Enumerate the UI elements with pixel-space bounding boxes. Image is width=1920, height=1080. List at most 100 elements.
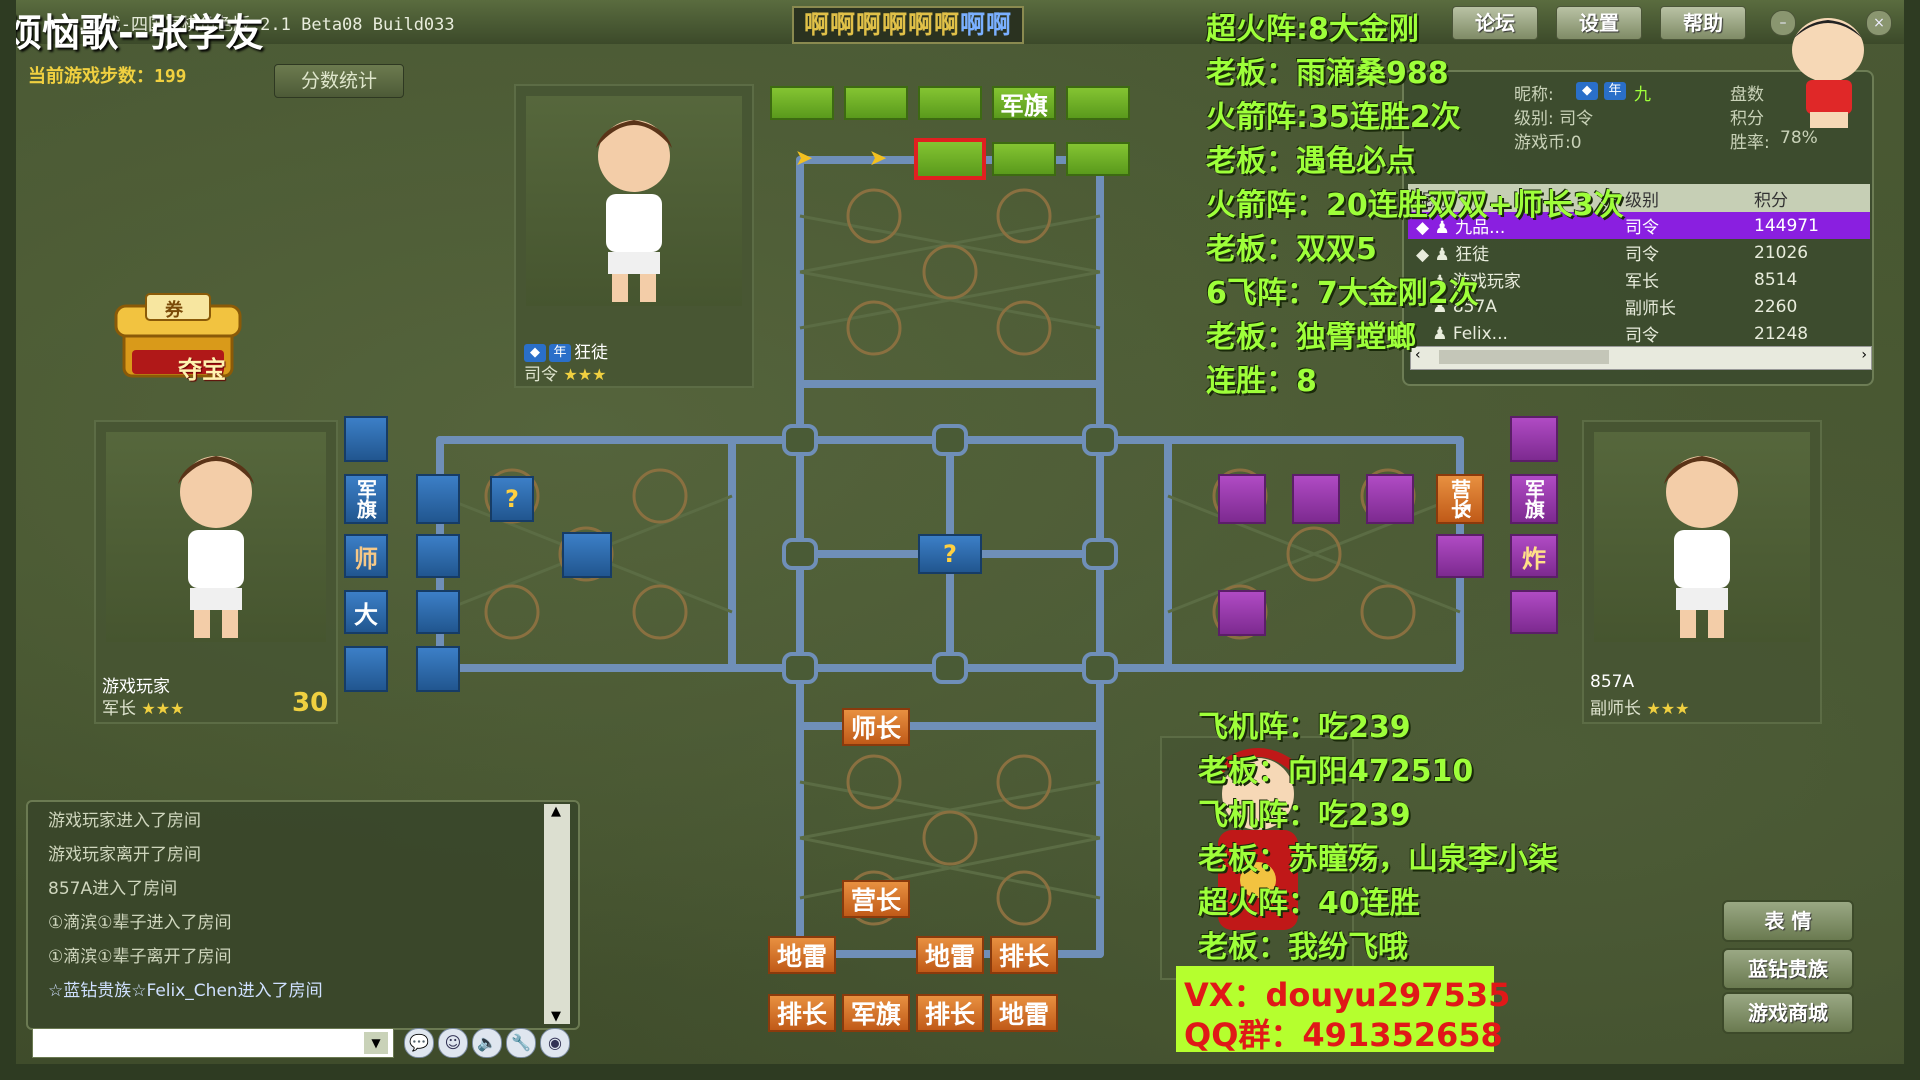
- chat-message: 游戏玩家进入了房间: [48, 811, 201, 831]
- col-rank[interactable]: 级别: [1617, 184, 1746, 212]
- blue-flag-piece[interactable]: 军旗: [344, 474, 388, 524]
- green-piece-last-move[interactable]: [914, 138, 986, 180]
- purple-piece[interactable]: [1366, 474, 1414, 524]
- green-piece[interactable]: [992, 142, 1056, 176]
- overlay-line: 超火阵：40连胜: [1198, 886, 1420, 921]
- speaker-icon[interactable]: 🔈: [472, 1028, 502, 1058]
- overlay-line: 老板：双双5: [1206, 232, 1377, 267]
- row-score: 21248: [1754, 323, 1809, 344]
- row-rank: 司令: [1625, 245, 1659, 265]
- unknown-center-piece[interactable]: ?: [918, 534, 982, 574]
- orange-platoon-piece[interactable]: 排长: [990, 936, 1058, 974]
- orange-flag-piece[interactable]: 军旗: [842, 994, 910, 1032]
- overlay-line: 火箭阵:35连胜2次: [1206, 100, 1461, 135]
- orange-mine-piece[interactable]: 地雷: [990, 994, 1058, 1032]
- emoji-button[interactable]: 表 情: [1722, 900, 1854, 942]
- overlay-line: 飞机阵：吃239: [1198, 710, 1411, 745]
- globe-icon[interactable]: ◉: [540, 1028, 570, 1058]
- game-window: ...游戏-四国军棋角色版 2.1 Beta08 Build033 烦恼歌--张…: [0, 0, 1920, 1080]
- purple-piece[interactable]: [1436, 534, 1484, 578]
- blue-piece[interactable]: [416, 474, 460, 524]
- blue-piece[interactable]: [416, 534, 460, 578]
- blue-piece[interactable]: [562, 532, 612, 578]
- purple-piece[interactable]: [1218, 590, 1266, 636]
- green-piece[interactable]: [918, 86, 982, 120]
- blue-diamond-button[interactable]: 蓝钻贵族: [1722, 948, 1854, 990]
- purple-flag-piece[interactable]: 军旗: [1510, 474, 1558, 524]
- level-label: 级别: 司令: [1514, 109, 1594, 129]
- row-rank: 司令: [1625, 326, 1659, 346]
- row-rank: 副师长: [1625, 299, 1676, 319]
- emoji-icon[interactable]: ☺: [438, 1028, 468, 1058]
- chat-message: ①滴滨①辈子离开了房间: [48, 947, 232, 967]
- blue-general-piece[interactable]: 大: [344, 590, 388, 634]
- nick-label: 昵称:: [1514, 85, 1554, 105]
- row-score: 2260: [1754, 296, 1798, 317]
- points-label: 积分: [1730, 109, 1764, 129]
- green-piece[interactable]: [844, 86, 908, 120]
- overlay-line: 连胜：8: [1206, 364, 1317, 399]
- table-row[interactable]: ◆ ♟ 狂徒 司令 21026: [1408, 239, 1870, 266]
- coins-label: 游戏币:0: [1514, 133, 1582, 153]
- games-label: 盘数: [1730, 85, 1764, 105]
- orange-mine-piece[interactable]: 地雷: [916, 936, 984, 974]
- table-row[interactable]: ♟ Felix... 司令 21248: [1408, 320, 1870, 347]
- row-name: ♟ Felix...: [1416, 323, 1508, 344]
- blue-piece[interactable]: [416, 646, 460, 692]
- blue-piece[interactable]: [344, 416, 388, 462]
- scrollbar-thumb[interactable]: [1439, 350, 1609, 364]
- green-piece[interactable]: [1066, 142, 1130, 176]
- row-name: ◆ ♟ 狂徒: [1416, 245, 1490, 265]
- chevron-down-icon[interactable]: ▼: [551, 1009, 561, 1024]
- nick-badge: 年: [1604, 82, 1626, 100]
- row-rank: 司令: [1617, 212, 1746, 239]
- purple-piece[interactable]: [1218, 474, 1266, 524]
- chat-scrollbar[interactable]: ▲ ▼: [544, 804, 570, 1024]
- col-score[interactable]: 积分: [1746, 184, 1870, 212]
- orange-platoon-piece[interactable]: 排长: [916, 994, 984, 1032]
- chevron-down-icon[interactable]: ▼: [364, 1032, 388, 1054]
- wrench-icon[interactable]: 🔧: [506, 1028, 536, 1058]
- arrow-right-icon: ➤: [794, 145, 814, 171]
- chevron-up-icon[interactable]: ▲: [551, 804, 561, 819]
- nick-value: 九: [1634, 85, 1651, 105]
- purple-piece[interactable]: [1510, 590, 1558, 634]
- arrow-right-icon: ➤: [868, 145, 888, 171]
- chevron-right-icon[interactable]: ›: [1861, 347, 1867, 363]
- mouse-cursor-icon: ➚: [1453, 496, 1475, 526]
- overlay-line: 老板：向阳472510: [1198, 754, 1474, 789]
- overlay-line: 老板：独臂螳螂: [1206, 320, 1416, 355]
- orange-division-piece[interactable]: 师长: [842, 708, 910, 746]
- chat-message: ①滴滨①辈子进入了房间: [48, 913, 232, 933]
- purple-piece[interactable]: [1510, 416, 1558, 462]
- overlay-line: 老板：雨滴桑988: [1206, 56, 1449, 91]
- green-piece[interactable]: [770, 86, 834, 120]
- chat-message: 857A进入了房间: [48, 879, 178, 899]
- user-list-scrollbar[interactable]: ‹ ›: [1410, 346, 1872, 370]
- unknown-blue-piece[interactable]: ?: [490, 476, 534, 522]
- blue-division-piece[interactable]: 师: [344, 534, 388, 578]
- chat-log: 游戏玩家进入了房间 游戏玩家离开了房间 857A进入了房间 ①滴滨①辈子进入了房…: [26, 800, 580, 1030]
- overlay-line: 超火阵:8大金刚: [1206, 12, 1419, 47]
- green-piece[interactable]: [1066, 86, 1130, 120]
- chat-input[interactable]: [32, 1028, 394, 1058]
- diamond-icon: ◆: [1576, 82, 1598, 100]
- qq-group-contact: QQ群：491352658: [1184, 1016, 1503, 1054]
- purple-bomb-piece[interactable]: 炸: [1510, 534, 1558, 578]
- speech-bubble-icon[interactable]: 💬: [404, 1028, 434, 1058]
- orange-platoon-piece[interactable]: 排长: [768, 994, 836, 1032]
- chat-message: ☆蓝钻贵族☆Felix_Chen进入了房间: [48, 981, 323, 1001]
- game-shop-button[interactable]: 游戏商城: [1722, 992, 1854, 1034]
- overlay-line: 老板：我纷飞哦: [1198, 930, 1408, 965]
- blue-piece[interactable]: [344, 646, 388, 692]
- blue-piece[interactable]: [416, 590, 460, 634]
- orange-mine-piece[interactable]: 地雷: [768, 936, 836, 974]
- row-score: 21026: [1754, 242, 1809, 263]
- overlay-line: 老板：遇龟必点: [1206, 144, 1416, 179]
- orange-battalion-piece[interactable]: 营长: [842, 880, 910, 918]
- purple-piece[interactable]: [1292, 474, 1340, 524]
- green-flag-piece[interactable]: 军旗: [992, 86, 1056, 120]
- overlay-line: 飞机阵：吃239: [1198, 798, 1411, 833]
- cartoon-mascot-icon: [1792, 18, 1864, 128]
- overlay-line: 火箭阵：20连胜双双+师长3次: [1206, 188, 1624, 223]
